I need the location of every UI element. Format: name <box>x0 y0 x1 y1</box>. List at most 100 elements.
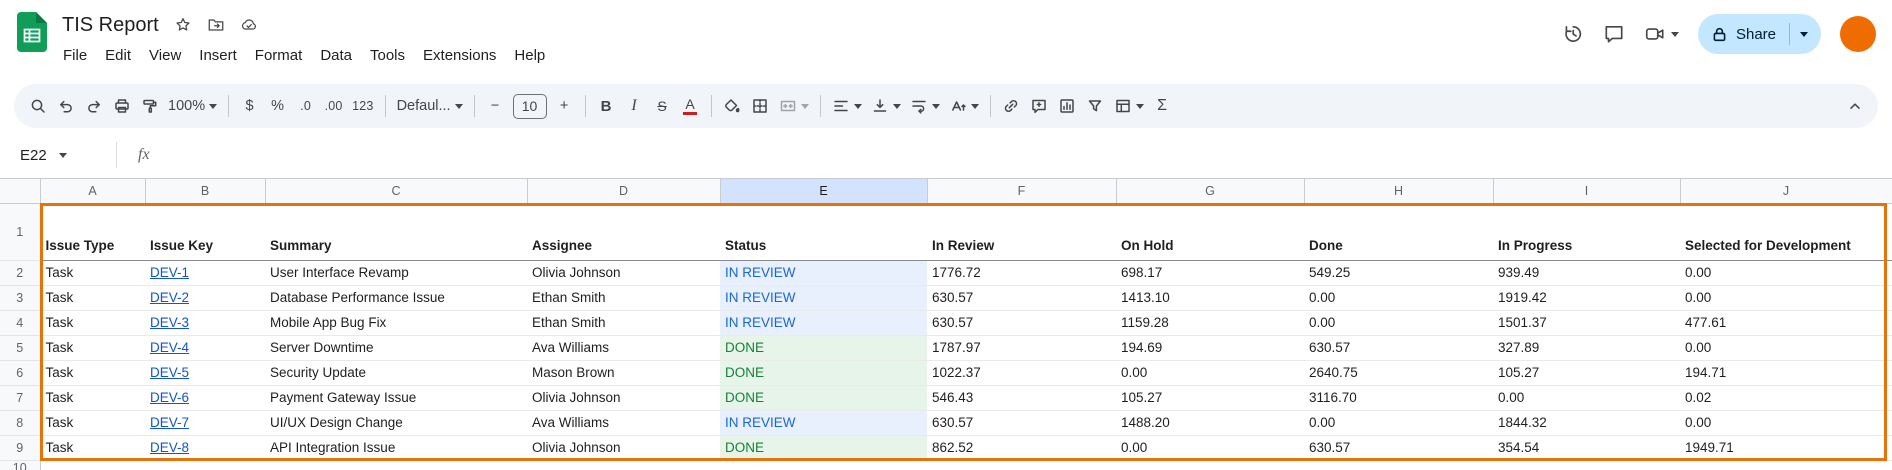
cell[interactable]: 0.00 <box>1493 385 1680 410</box>
cell[interactable]: 0.00 <box>1680 260 1892 285</box>
row-header[interactable]: 8 <box>0 410 40 435</box>
cell[interactable] <box>145 460 265 470</box>
decrease-font-size-icon[interactable]: − <box>482 91 509 121</box>
version-history-icon[interactable] <box>1562 23 1584 45</box>
column-header-I[interactable]: I <box>1493 179 1680 203</box>
table-header-cell[interactable]: In Review <box>927 203 1116 260</box>
cell[interactable]: 549.25 <box>1304 260 1493 285</box>
column-header-A[interactable]: A <box>40 179 145 203</box>
cell[interactable]: Server Downtime <box>265 335 527 360</box>
number-format-icon[interactable]: 123 <box>348 91 377 121</box>
avatar[interactable] <box>1840 16 1876 52</box>
cell[interactable]: 0.00 <box>1680 410 1892 435</box>
menu-format[interactable]: Format <box>246 42 312 69</box>
borders-icon[interactable] <box>747 91 774 121</box>
cell[interactable]: Task <box>40 435 145 460</box>
cell[interactable]: Olivia Johnson <box>527 435 720 460</box>
document-title[interactable]: TIS Report <box>62 14 159 37</box>
cell[interactable]: 1844.32 <box>1493 410 1680 435</box>
column-header-B[interactable]: B <box>145 179 265 203</box>
print-icon[interactable] <box>108 91 135 121</box>
cell[interactable]: Database Performance Issue <box>265 285 527 310</box>
horizontal-align-icon[interactable] <box>828 91 866 121</box>
cell[interactable]: Olivia Johnson <box>527 260 720 285</box>
table-header-cell[interactable]: Selected for Development <box>1680 203 1892 260</box>
paint-format-icon[interactable] <box>136 91 163 121</box>
insert-chart-icon[interactable] <box>1054 91 1081 121</box>
cell[interactable]: 630.57 <box>1304 335 1493 360</box>
table-header-cell[interactable]: Assignee <box>527 203 720 260</box>
move-folder-icon[interactable] <box>207 16 225 34</box>
menu-help[interactable]: Help <box>505 42 554 69</box>
strikethrough-icon[interactable]: S <box>649 91 676 121</box>
status-cell[interactable]: IN REVIEW <box>720 410 927 435</box>
menu-insert[interactable]: Insert <box>190 42 246 69</box>
table-header-cell[interactable]: In Progress <box>1493 203 1680 260</box>
issue-key-link[interactable]: DEV-1 <box>145 260 265 285</box>
issue-key-link[interactable]: DEV-5 <box>145 360 265 385</box>
cell[interactable]: 0.00 <box>1680 285 1892 310</box>
cell[interactable]: 698.17 <box>1116 260 1304 285</box>
table-header-cell[interactable]: Status <box>720 203 927 260</box>
table-header-cell[interactable]: Summary <box>265 203 527 260</box>
table-header-cell[interactable]: Done <box>1304 203 1493 260</box>
format-currency-icon[interactable]: $ <box>236 91 263 121</box>
functions-sigma-icon[interactable]: Σ <box>1149 91 1176 121</box>
cell[interactable]: Task <box>40 260 145 285</box>
add-comment-icon[interactable] <box>1026 91 1053 121</box>
cell[interactable]: Mobile App Bug Fix <box>265 310 527 335</box>
cell[interactable]: Security Update <box>265 360 527 385</box>
cell[interactable]: 630.57 <box>927 285 1116 310</box>
cell[interactable]: 105.27 <box>1493 360 1680 385</box>
cell[interactable] <box>1493 460 1680 470</box>
menu-view[interactable]: View <box>140 42 190 69</box>
cell[interactable]: Task <box>40 310 145 335</box>
cell[interactable]: Task <box>40 335 145 360</box>
status-cell[interactable]: IN REVIEW <box>720 310 927 335</box>
cell[interactable] <box>1680 460 1892 470</box>
cell[interactable]: 327.89 <box>1493 335 1680 360</box>
cell[interactable]: API Integration Issue <box>265 435 527 460</box>
select-all-corner[interactable] <box>0 179 40 203</box>
font-select[interactable]: Defaul... <box>393 91 467 121</box>
fill-color-icon[interactable] <box>719 91 746 121</box>
column-header-C[interactable]: C <box>265 179 527 203</box>
cell[interactable]: 1159.28 <box>1116 310 1304 335</box>
cell[interactable]: Payment Gateway Issue <box>265 385 527 410</box>
vertical-align-icon[interactable] <box>867 91 905 121</box>
cell[interactable] <box>720 460 927 470</box>
format-percent-icon[interactable]: % <box>264 91 291 121</box>
cell[interactable] <box>40 460 145 470</box>
row-header[interactable]: 7 <box>0 385 40 410</box>
merge-cells-icon[interactable] <box>775 91 813 121</box>
sheets-logo[interactable] <box>17 12 47 57</box>
issue-key-link[interactable]: DEV-3 <box>145 310 265 335</box>
cloud-saved-icon[interactable] <box>240 16 258 34</box>
increase-font-size-icon[interactable]: + <box>551 91 578 121</box>
cell[interactable]: 630.57 <box>927 410 1116 435</box>
cell[interactable]: 3116.70 <box>1304 385 1493 410</box>
menu-edit[interactable]: Edit <box>96 42 140 69</box>
column-header-D[interactable]: D <box>527 179 720 203</box>
insert-link-icon[interactable] <box>998 91 1025 121</box>
cell[interactable]: Mason Brown <box>527 360 720 385</box>
row-header[interactable]: 6 <box>0 360 40 385</box>
italic-icon[interactable]: I <box>621 91 648 121</box>
cell[interactable]: 862.52 <box>927 435 1116 460</box>
share-button[interactable]: Share <box>1698 14 1821 54</box>
column-header-F[interactable]: F <box>927 179 1116 203</box>
cell[interactable]: 0.00 <box>1304 310 1493 335</box>
name-box[interactable]: E22 <box>0 147 112 164</box>
row-header[interactable]: 9 <box>0 435 40 460</box>
cell[interactable]: 1501.37 <box>1493 310 1680 335</box>
cell[interactable]: 0.00 <box>1304 285 1493 310</box>
comments-icon[interactable] <box>1603 23 1625 45</box>
status-cell[interactable]: IN REVIEW <box>720 260 927 285</box>
cell[interactable]: Task <box>40 410 145 435</box>
share-dropdown-caret[interactable] <box>1800 32 1808 37</box>
cell[interactable]: Task <box>40 385 145 410</box>
collapse-toolbar-icon[interactable] <box>1841 91 1868 121</box>
menu-data[interactable]: Data <box>311 42 361 69</box>
issue-key-link[interactable]: DEV-7 <box>145 410 265 435</box>
text-wrap-icon[interactable] <box>906 91 944 121</box>
